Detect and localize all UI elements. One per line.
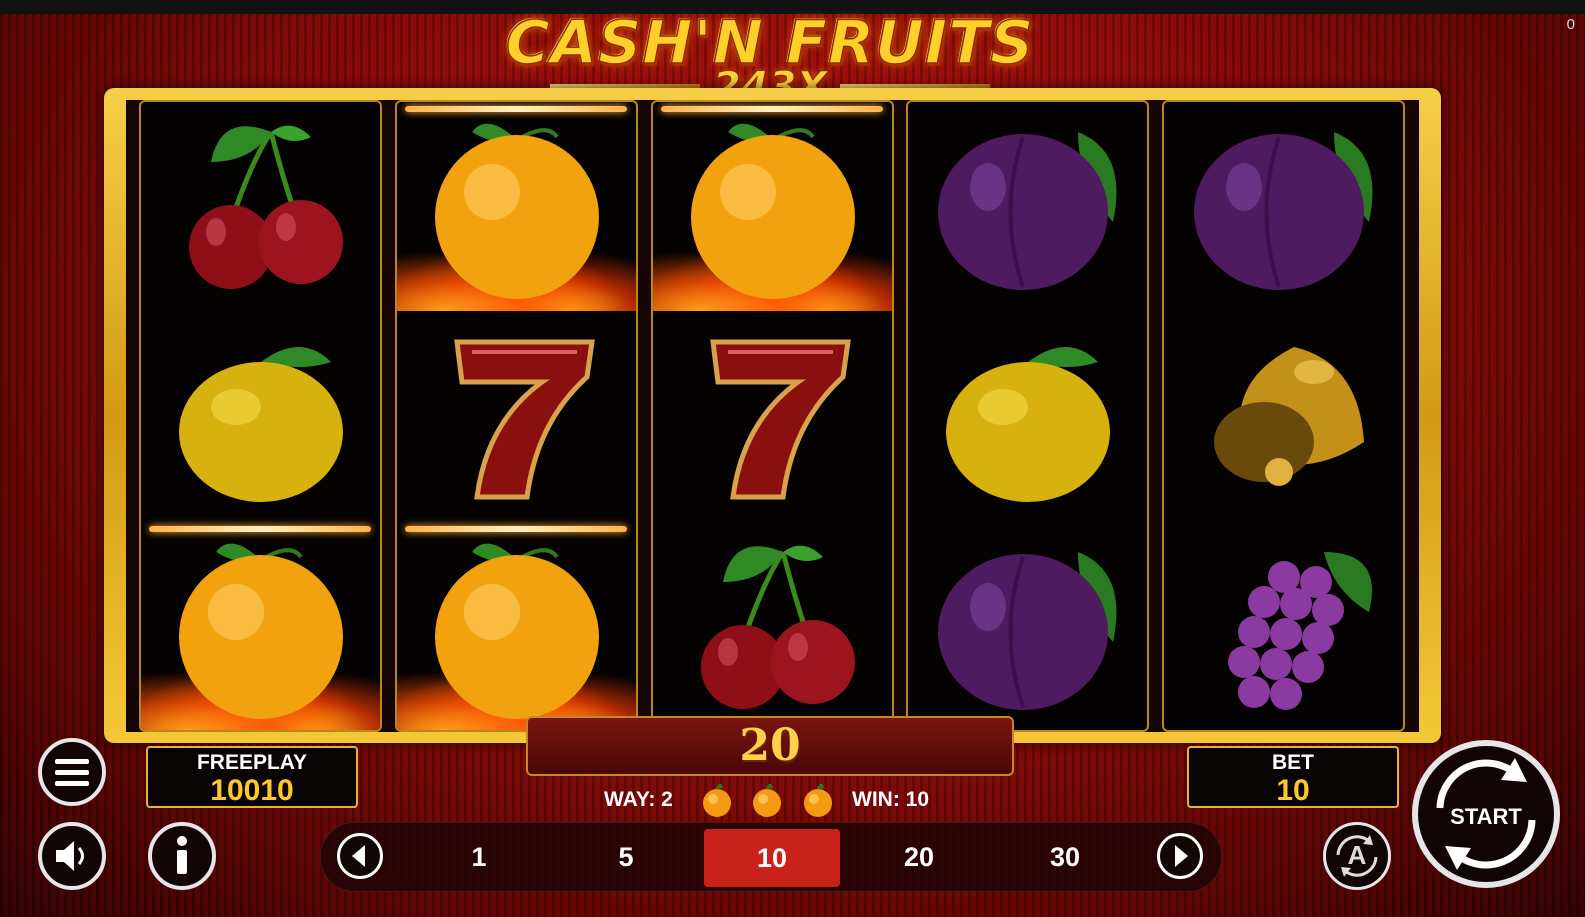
win-display: 20 — [526, 716, 1014, 776]
bet-value: 10 — [1276, 774, 1310, 807]
orange-icon — [673, 112, 873, 302]
speaker-icon — [56, 841, 84, 871]
plum-icon — [928, 532, 1128, 722]
bet-label: BET — [1272, 751, 1314, 774]
bet-next-button[interactable] — [1157, 833, 1203, 879]
autoplay-label: A — [1347, 840, 1367, 870]
reel-2 — [395, 100, 638, 732]
reel-5 — [1162, 100, 1405, 732]
reel-3-cell-1 — [653, 102, 892, 311]
cherry-icon — [673, 532, 873, 722]
chevron-right-icon — [1175, 845, 1188, 867]
win-amount: 20 — [739, 720, 801, 771]
reel-2-cell-2 — [397, 312, 636, 521]
freeplay-panel: FREEPLAY 10010 — [146, 746, 358, 808]
info-icon — [177, 836, 187, 874]
lemon-icon — [161, 322, 361, 512]
bet-option-10[interactable]: 10 — [704, 829, 840, 887]
reel-5-cell-3 — [1164, 522, 1403, 730]
menu-button[interactable] — [38, 738, 106, 806]
reel-5-cell-1 — [1164, 102, 1403, 311]
reel-4-cell-3 — [908, 522, 1147, 730]
reel-1-cell-1 — [141, 102, 380, 311]
reel-4 — [906, 100, 1149, 732]
autoplay-button[interactable]: A — [1323, 822, 1391, 890]
reel-2-cell-3 — [397, 522, 636, 730]
start-button[interactable]: START — [1412, 740, 1560, 888]
way-symbol-orange-3 — [801, 784, 835, 818]
bet-option-5[interactable]: 5 — [558, 835, 694, 891]
freeplay-value: 10010 — [210, 774, 294, 807]
orange-icon — [161, 532, 361, 722]
cherry-icon — [161, 112, 361, 302]
seven-icon — [673, 322, 873, 512]
freeplay-label: FREEPLAY — [196, 751, 308, 774]
reel-1 — [139, 100, 382, 732]
chevron-left-icon — [352, 845, 365, 867]
way-symbol-orange-1 — [700, 784, 734, 818]
bet-option-1[interactable]: 1 — [411, 835, 547, 891]
corner-counter: 0 — [1566, 16, 1575, 33]
sound-button[interactable] — [38, 822, 106, 890]
reel-1-cell-3 — [141, 522, 380, 730]
lemon-icon — [928, 322, 1128, 512]
reel-5-cell-2 — [1164, 312, 1403, 521]
orange-icon — [417, 112, 617, 302]
way-symbol-orange-2 — [750, 784, 784, 818]
reel-3-cell-2 — [653, 312, 892, 521]
plum-icon — [1184, 112, 1384, 302]
reel-4-cell-2 — [908, 312, 1147, 521]
bet-selector: 1 5 10 20 30 — [320, 822, 1222, 892]
grapes-icon — [1184, 532, 1384, 722]
bet-option-20[interactable]: 20 — [851, 835, 987, 891]
way-info: WAY: 2 WIN: 10 — [560, 784, 980, 817]
info-button[interactable] — [148, 822, 216, 890]
seven-icon — [417, 322, 617, 512]
reel-3 — [651, 100, 894, 732]
reel-2-cell-1 — [397, 102, 636, 311]
menu-icon — [55, 759, 89, 786]
plum-icon — [928, 112, 1128, 302]
orange-icon — [417, 532, 617, 722]
reel-3-cell-3 — [653, 522, 892, 730]
bell-icon — [1184, 322, 1384, 512]
bet-option-30[interactable]: 30 — [997, 835, 1133, 891]
bet-prev-button[interactable] — [337, 833, 383, 879]
win-label: WIN: 10 — [852, 788, 930, 811]
way-label: WAY: 2 — [604, 788, 673, 811]
reel-4-cell-1 — [908, 102, 1147, 311]
reel-1-cell-2 — [141, 312, 380, 521]
start-label: START — [1450, 804, 1522, 829]
bet-panel: BET 10 — [1187, 746, 1399, 808]
